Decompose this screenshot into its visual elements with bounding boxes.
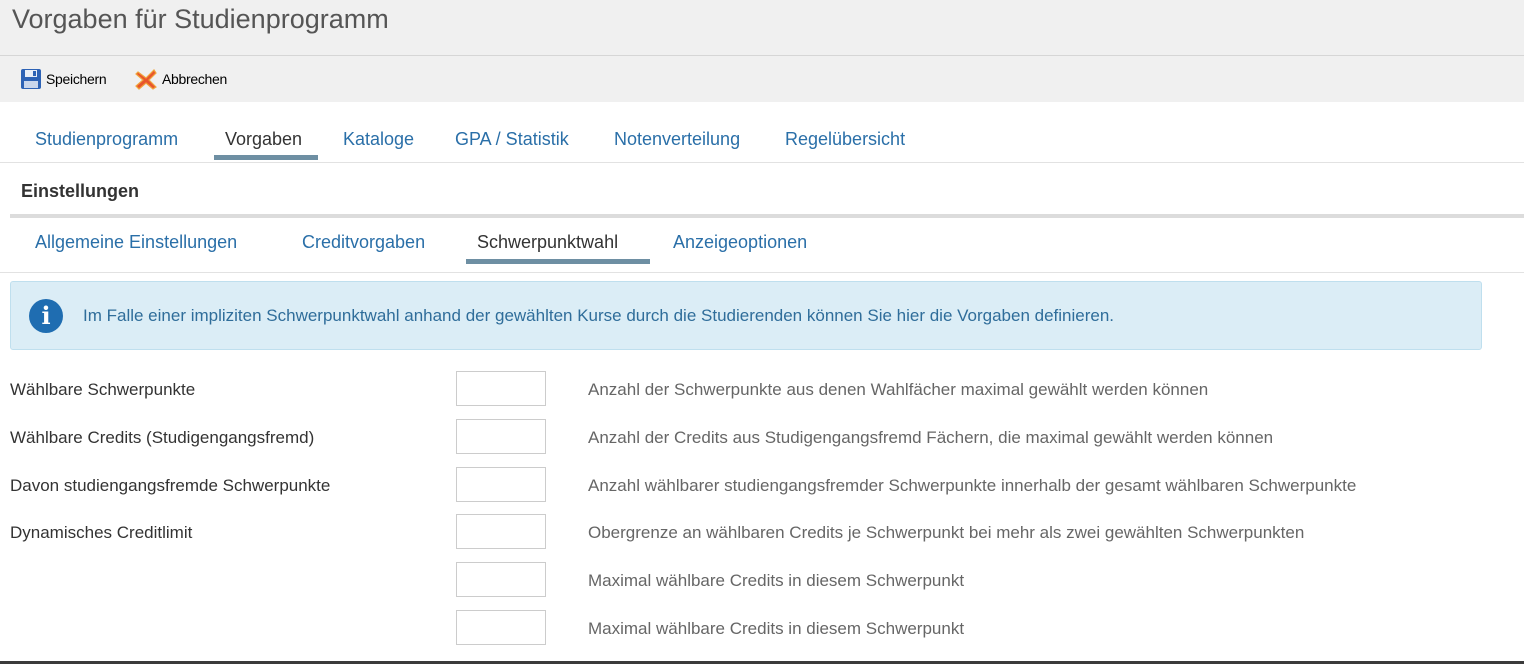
- cancel-button-label: Abbrechen: [162, 71, 228, 87]
- title-bar: Vorgaben für Studienprogramm: [0, 0, 1524, 56]
- desc-studiengangsfremde-schwerpunkte: Anzahl wählbarer studiengangsfremder Sch…: [588, 476, 1357, 495]
- max-credits-schwerpunkt-2-input[interactable]: [456, 610, 546, 645]
- info-message: Im Falle einer impliziten Schwerpunktwah…: [83, 306, 1115, 325]
- tab-allgemeine-einstellungen[interactable]: Allgemeine Einstellungen: [35, 232, 237, 253]
- label-waehlbare-credits: Wählbare Credits (Studigengangsfremd): [10, 428, 315, 447]
- waehlbare-credits-input[interactable]: [456, 419, 546, 454]
- studiengangsfremde-schwerpunkte-input[interactable]: [456, 467, 546, 502]
- floppy-disk-icon: [21, 69, 41, 89]
- save-button[interactable]: Speichern: [20, 68, 107, 90]
- tab-studienprogramm[interactable]: Studienprogramm: [35, 129, 178, 150]
- dynamisches-creditlimit-input[interactable]: [456, 514, 546, 549]
- label-dynamisches-creditlimit: Dynamisches Creditlimit: [10, 523, 193, 542]
- red-x-icon: [135, 69, 157, 90]
- tab-creditvorgaben[interactable]: Creditvorgaben: [302, 232, 425, 253]
- label-waehlbare-schwerpunkte: Wählbare Schwerpunkte: [10, 380, 196, 399]
- save-button-label: Speichern: [46, 71, 107, 87]
- tab-notenverteilung[interactable]: Notenverteilung: [614, 129, 740, 150]
- section-title: Einstellungen: [21, 181, 140, 201]
- desc-max-credits-schwerpunkt-2: Maximal wählbare Credits in diesem Schwe…: [588, 619, 965, 638]
- tab-gpa-statistik[interactable]: GPA / Statistik: [455, 129, 569, 150]
- desc-waehlbare-schwerpunkte: Anzahl der Schwerpunkte aus denen Wahlfä…: [588, 380, 1209, 399]
- tab-anzeigeoptionen[interactable]: Anzeigeoptionen: [673, 232, 807, 253]
- tab-regeluebersicht[interactable]: Regelübersicht: [785, 129, 905, 150]
- tab-kataloge[interactable]: Kataloge: [343, 129, 414, 150]
- desc-dynamisches-creditlimit: Obergrenze an wählbaren Credits je Schwe…: [588, 523, 1305, 542]
- desc-waehlbare-credits: Anzahl der Credits aus Studigengangsfrem…: [588, 428, 1274, 447]
- active-tab-indicator: [214, 155, 318, 160]
- waehlbare-schwerpunkte-input[interactable]: [456, 371, 546, 406]
- label-studiengangsfremde-schwerpunkte: Davon studiengangsfremde Schwerpunkte: [10, 476, 331, 495]
- page-title: Vorgaben für Studienprogramm: [12, 4, 389, 34]
- sub-tab-bar: Allgemeine Einstellungen Creditvorgaben …: [0, 218, 1524, 273]
- active-subtab-indicator: [466, 259, 650, 264]
- toolbar: Speichern Abbrechen: [0, 56, 1524, 102]
- tab-schwerpunktwahl[interactable]: Schwerpunktwahl: [477, 232, 618, 253]
- tab-vorgaben[interactable]: Vorgaben: [225, 129, 302, 150]
- info-alert: i Im Falle einer impliziten Schwerpunktw…: [10, 281, 1482, 350]
- desc-max-credits-schwerpunkt-1: Maximal wählbare Credits in diesem Schwe…: [588, 571, 965, 590]
- max-credits-schwerpunkt-1-input[interactable]: [456, 562, 546, 597]
- cancel-button[interactable]: Abbrechen: [134, 68, 227, 90]
- info-circle-icon: i: [29, 299, 63, 333]
- main-tab-bar: Studienprogramm Vorgaben Kataloge GPA / …: [0, 102, 1524, 163]
